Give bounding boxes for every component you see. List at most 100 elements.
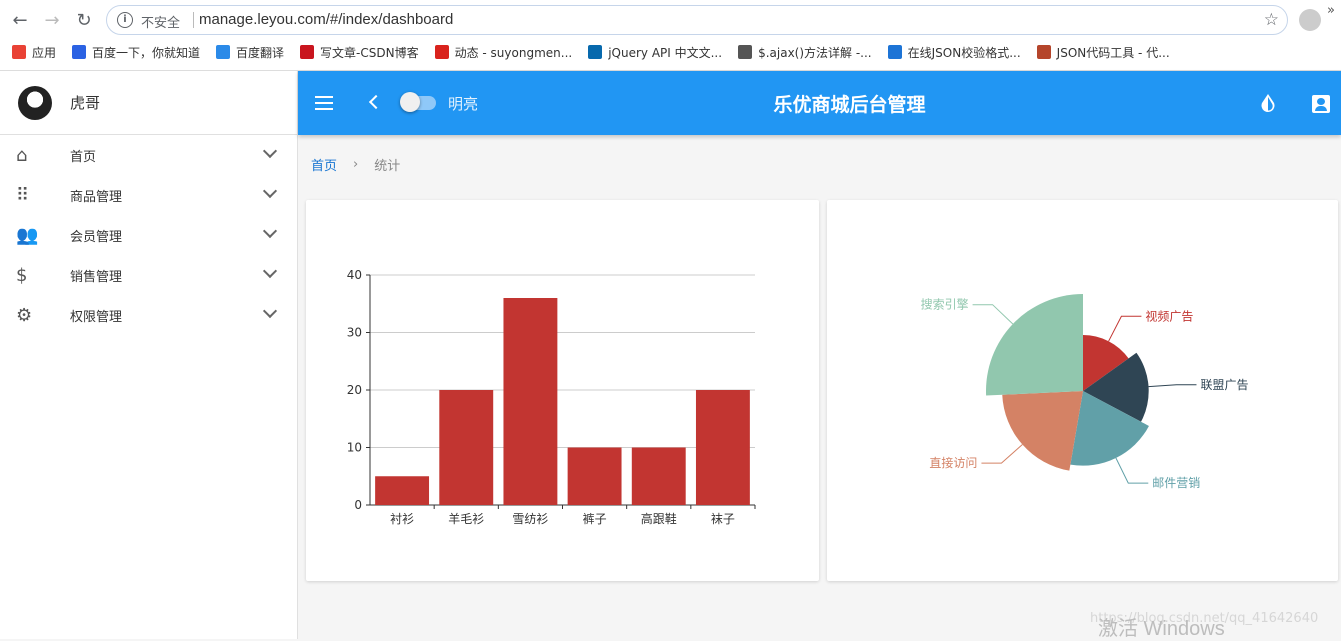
bookmark-label: 百度一下，你就知道	[92, 45, 201, 60]
x-tick-label: 羊毛衫	[448, 511, 484, 526]
bookmark-item[interactable]: 写文章-CSDN博客	[300, 44, 419, 61]
info-icon[interactable]: i	[117, 12, 133, 28]
address-bar[interactable]: i 不安全 manage.leyou.com/#/index/dashboard…	[106, 5, 1288, 35]
page-title: 乐优商城后台管理	[773, 94, 926, 116]
bookmark-favicon-icon	[887, 45, 902, 59]
pie-label-line	[981, 444, 1023, 464]
pie-label: 邮件营销	[1152, 476, 1200, 490]
x-tick-label: 高跟鞋	[641, 511, 677, 526]
pie-slice	[986, 294, 1083, 396]
pie-label-line	[1148, 384, 1197, 388]
x-tick-label: 裤子	[583, 512, 607, 526]
sidebar-item[interactable]: ⠿ 商品管理	[0, 175, 297, 215]
dollar-icon: $	[16, 264, 28, 286]
bar-chart: 0 10 20 30 40 衬衫 羊毛衫 雪纺衫 裤子 高跟鞋 袜子	[347, 268, 756, 526]
x-tick-label: 雪纺衫	[512, 512, 548, 526]
home-icon: ⌂	[16, 144, 28, 166]
pie-label: 视频广告	[1145, 308, 1193, 323]
bar	[439, 390, 494, 505]
chevron-down-icon[interactable]	[262, 223, 278, 239]
sidebar-item-label: 权限管理	[70, 309, 123, 325]
breadcrumb-home[interactable]: 首页	[311, 155, 337, 174]
x-tick-label: 袜子	[711, 512, 735, 526]
bookmark-label: 写文章-CSDN博客	[320, 45, 419, 60]
bookmark-favicon-icon	[588, 45, 603, 59]
sidebar-item[interactable]: $ 销售管理	[0, 255, 297, 295]
bar	[631, 447, 686, 505]
bookmark-item[interactable]: 动态 - suyongmen...	[434, 44, 573, 61]
bookmark-item[interactable]: $.ajax()方法详解 -...	[738, 44, 872, 61]
app-toolbar: 明亮 乐优商城后台管理	[298, 71, 1341, 135]
chevron-down-icon[interactable]	[262, 143, 278, 159]
account-box-icon[interactable]	[1312, 95, 1330, 113]
pie-label-line	[1108, 315, 1142, 342]
bookmark-favicon-icon	[434, 45, 449, 59]
bookmark-star-icon[interactable]: ☆	[1264, 10, 1279, 30]
people-icon: 👥	[16, 224, 39, 246]
omnibox-divider	[193, 12, 194, 28]
bookmarks-bar: 应用 百度一下，你就知道 百度翻译 写文章-CSDN博客 动态 - suyongmen.…	[0, 40, 1341, 64]
pie-label-line	[1115, 457, 1149, 484]
bar	[375, 476, 430, 505]
breadcrumb: 首页 › 统计	[311, 155, 400, 174]
pie-label: 联盟广告	[1200, 378, 1248, 392]
bookmark-item[interactable]: jQuery API 中文文...	[588, 44, 722, 61]
bookmark-item[interactable]: JSON代码工具 - 代...	[1036, 44, 1170, 61]
sidebar-item[interactable]: ⌂ 首页	[0, 135, 297, 175]
browser-chrome: ← → ↻ i 不安全 manage.leyou.com/#/index/das…	[0, 0, 1341, 71]
bookmark-label: 在线JSON校验格式...	[907, 45, 1021, 60]
bookmark-item[interactable]: 在线JSON校验格式...	[887, 44, 1021, 61]
avatar	[18, 85, 52, 120]
sidebar-item-label: 会员管理	[70, 229, 123, 245]
bookmark-item[interactable]: 百度一下，你就知道	[72, 44, 200, 61]
sidebar-item-label: 商品管理	[70, 189, 123, 205]
sidebar-item[interactable]: 👥 会员管理	[0, 215, 297, 255]
forward-arrow-icon[interactable]: →	[40, 8, 64, 32]
sidebar-item-label: 首页	[70, 149, 97, 165]
bookmark-favicon-icon	[1036, 45, 1051, 59]
insecure-label: 不安全	[141, 16, 181, 31]
user-name: 虎哥	[70, 94, 101, 112]
pie-label: 搜索引擎	[921, 297, 969, 312]
back-arrow-icon[interactable]: ←	[8, 8, 32, 32]
x-tick-label: 衬衫	[390, 512, 414, 526]
chevron-down-icon[interactable]	[262, 183, 278, 199]
invert-colors-icon[interactable]	[1260, 93, 1276, 113]
pie-label-line	[972, 304, 1014, 325]
y-tick-label: 40	[347, 268, 362, 282]
bookmark-favicon-icon	[738, 45, 753, 59]
bar	[567, 447, 622, 505]
chevron-down-icon[interactable]	[262, 263, 278, 279]
sidebar-item-label: 销售管理	[70, 269, 123, 285]
user-panel: 虎哥	[0, 71, 297, 135]
bookmark-label: $.ajax()方法详解 -...	[758, 45, 872, 60]
sidebar-item[interactable]: ⚙ 权限管理	[0, 295, 297, 335]
bar	[503, 298, 558, 505]
pie-slice	[1002, 391, 1083, 471]
bookmark-item[interactable]: 应用	[12, 44, 56, 61]
y-tick-label: 30	[347, 326, 362, 340]
bar-chart-card: 0 10 20 30 40 衬衫 羊毛衫 雪纺衫 裤子 高跟鞋 袜子	[306, 200, 819, 581]
breadcrumb-current: 统计	[374, 159, 401, 174]
url-text[interactable]: manage.leyou.com/#/index/dashboard	[199, 11, 453, 28]
apps-icon: ⠿	[16, 184, 30, 206]
pie-chart-card: 视频广告联盟广告邮件营销 直接访问 搜索引擎	[827, 200, 1338, 581]
profile-avatar-icon[interactable]	[1299, 9, 1321, 31]
pie-label: 直接访问	[929, 455, 977, 470]
pie-chart: 视频广告联盟广告邮件营销 直接访问 搜索引擎	[921, 294, 1248, 490]
bookmark-favicon-icon	[216, 45, 231, 59]
bookmark-item[interactable]: 百度翻译	[216, 44, 284, 61]
bookmark-label: 动态 - suyongmen...	[454, 45, 573, 60]
apps-grid-icon	[12, 45, 26, 59]
y-tick-label: 20	[347, 383, 362, 397]
bookmark-label: JSON代码工具 - 代...	[1056, 45, 1170, 60]
sidebar-menu: ⌂ 首页 ⠿ 商品管理 👥 会员管理 $ 销售管理 ⚙ 权限管理	[0, 135, 297, 335]
sidebar: 虎哥 ⌂ 首页 ⠿ 商品管理 👥 会员管理 $ 销售管理 ⚙ 权限管理	[0, 71, 298, 639]
bookmark-label: 应用	[32, 45, 57, 60]
chevron-down-icon[interactable]	[262, 303, 278, 319]
windows-activation-watermark: 激活 Windows	[1098, 618, 1225, 640]
reload-icon[interactable]: ↻	[72, 8, 96, 32]
settings-icon: ⚙	[16, 304, 33, 326]
more-bookmarks-icon[interactable]: »	[1327, 3, 1335, 18]
y-tick-label: 10	[347, 441, 362, 455]
